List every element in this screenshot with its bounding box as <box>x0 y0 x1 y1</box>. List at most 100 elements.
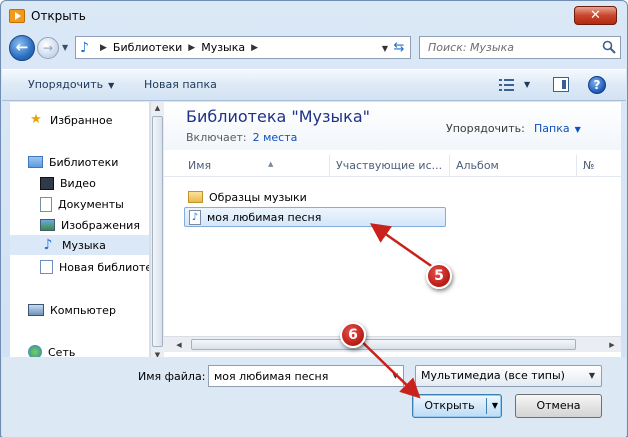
filename-label: Имя файла: <box>138 370 206 383</box>
column-artists[interactable]: Участвующие ис... <box>330 155 450 177</box>
organize-menu[interactable]: Упорядочить ▼ <box>28 78 114 91</box>
new-library-icon <box>40 260 53 274</box>
open-dropdown-icon[interactable]: ▼ <box>489 395 501 417</box>
title-bar: Открыть ✕ <box>1 1 627 31</box>
documents-icon <box>40 196 52 212</box>
nav-item-new-library[interactable]: Новая библиотека <box>40 257 149 277</box>
filename-combobox[interactable]: ▼ <box>208 365 404 387</box>
scroll-up-icon[interactable]: ▲ <box>151 102 164 115</box>
split-divider <box>486 398 487 414</box>
search-box[interactable] <box>419 36 621 59</box>
arrange-by-label: Упорядочить: <box>446 122 525 135</box>
nav-label: Видео <box>60 176 96 190</box>
forward-button[interactable]: → <box>37 37 59 59</box>
history-dropdown-icon[interactable]: ▼ <box>62 43 71 53</box>
file-name: Образцы музыки <box>209 190 307 204</box>
column-header: ▲ Имя Участвующие ис... Альбом № <box>164 155 621 177</box>
list-item-folder[interactable]: Образцы музыки <box>184 187 454 207</box>
cancel-button[interactable]: Отмена <box>515 394 602 418</box>
music-note-icon: ♪ <box>80 39 89 56</box>
address-row: ← → ▼ ♪ ▶ Библиотеки ▶ Музыка ▶ ▼ ⇆ <box>7 33 623 63</box>
nav-item-music[interactable]: ♪ Музыка <box>10 235 149 255</box>
close-button[interactable]: ✕ <box>574 6 617 25</box>
filetype-select[interactable]: Мультимедиа (все типы) ▼ <box>415 365 602 387</box>
column-album[interactable]: Альбом <box>450 155 577 177</box>
app-play-icon <box>9 9 25 23</box>
library-title: Библиотека "Музыка" <box>186 107 370 126</box>
chevron-down-icon: ▼ <box>108 81 115 90</box>
address-dropdown-icon[interactable]: ▼ <box>382 44 388 53</box>
dialog-footer: Имя файла: ▼ Мультимедиа (все типы) ▼ От… <box>2 357 626 437</box>
nav-label: Документы <box>58 197 124 211</box>
scrollbar-thumb[interactable] <box>191 339 576 350</box>
nav-item-favorites[interactable]: ★ Избранное <box>28 110 149 130</box>
nav-label: Компьютер <box>50 303 116 317</box>
breadcrumb-separator-icon[interactable]: ▶ <box>251 43 258 53</box>
search-input[interactable] <box>420 37 596 58</box>
organize-label: Упорядочить <box>28 78 104 91</box>
new-folder-button[interactable]: Новая папка <box>144 78 217 91</box>
help-icon[interactable]: ? <box>588 76 606 94</box>
music-note-icon: ♪ <box>43 237 53 253</box>
breadcrumb-separator-icon[interactable]: ▶ <box>188 43 195 53</box>
star-icon: ★ <box>30 112 42 127</box>
chevron-down-icon: ▼ <box>574 125 581 134</box>
file-name: моя любимая песня <box>207 210 322 224</box>
callout-badge-5: 5 <box>426 263 452 289</box>
address-bar[interactable]: ♪ ▶ Библиотеки ▶ Музыка ▶ ▼ ⇆ <box>75 36 411 59</box>
horizontal-scrollbar[interactable]: ◀ ▶ <box>164 336 621 352</box>
library-header: Библиотека "Музыка" Включает: 2 места Упо… <box>164 102 621 150</box>
open-button[interactable]: Открыть ▼ <box>412 394 502 418</box>
libraries-folder-icon <box>28 156 43 168</box>
nav-label: Музыка <box>62 238 106 252</box>
filename-input[interactable] <box>209 366 385 386</box>
includes-label: Включает: <box>186 131 247 144</box>
command-toolbar: Упорядочить ▼ Новая папка ▼ ? <box>2 69 626 101</box>
arrange-by-value: Папка <box>534 122 570 135</box>
filetype-dropdown-icon: ▼ <box>588 371 595 380</box>
computer-icon <box>28 304 44 316</box>
nav-label: Библиотеки <box>49 155 119 169</box>
file-list-pane: Библиотека "Музыка" Включает: 2 места Упо… <box>164 102 621 357</box>
back-button[interactable]: ← <box>9 35 35 61</box>
includes-locations-link[interactable]: 2 места <box>253 131 298 144</box>
audio-file-icon: ♪ <box>189 209 201 225</box>
nav-label: Новая библиотека <box>59 260 149 274</box>
nav-item-video[interactable]: Видео <box>40 173 149 193</box>
scrollbar-thumb[interactable] <box>152 116 163 347</box>
breadcrumb-music[interactable]: Музыка <box>201 41 245 54</box>
list-item-song[interactable]: ♪ моя любимая песня <box>184 207 446 227</box>
arrange-by-dropdown[interactable]: Папка ▼ <box>534 122 581 135</box>
breadcrumb-libraries[interactable]: Библиотеки <box>113 41 182 54</box>
nav-item-images[interactable]: Изображения <box>40 215 149 235</box>
view-list-icon[interactable] <box>499 78 515 92</box>
scroll-right-icon[interactable]: ▶ <box>605 338 619 352</box>
nav-item-documents[interactable]: Документы <box>40 194 149 214</box>
nav-label: Изображения <box>61 218 140 232</box>
scroll-left-icon[interactable]: ◀ <box>172 338 186 352</box>
search-icon[interactable] <box>602 40 616 54</box>
view-dropdown-icon[interactable]: ▼ <box>524 80 530 89</box>
nav-item-libraries[interactable]: Библиотеки <box>28 152 149 172</box>
video-icon <box>40 176 54 190</box>
filetype-value: Мультимедиа (все типы) <box>421 369 565 382</box>
sort-ascending-icon: ▲ <box>268 160 274 168</box>
nav-vertical-scrollbar[interactable]: ▲ ▼ <box>150 102 164 362</box>
nav-item-computer[interactable]: Компьютер <box>28 300 149 320</box>
filename-dropdown-icon[interactable]: ▼ <box>393 372 398 380</box>
column-label: Имя <box>188 159 212 172</box>
callout-badge-6: 6 <box>340 322 366 348</box>
preview-pane-icon[interactable] <box>553 77 569 92</box>
window-title: Открыть <box>31 9 86 23</box>
column-name[interactable]: ▲ Имя <box>182 155 330 177</box>
library-includes: Включает: 2 места <box>186 131 297 144</box>
column-number[interactable]: № <box>577 155 621 177</box>
nav-label: Избранное <box>50 113 113 127</box>
breadcrumb-separator-icon[interactable]: ▶ <box>100 43 107 53</box>
refresh-icon[interactable]: ⇆ <box>390 39 408 57</box>
open-label: Открыть <box>424 399 475 412</box>
open-dialog-window: Открыть ✕ ← → ▼ ♪ ▶ Библиотеки ▶ Музыка … <box>0 0 628 437</box>
folder-icon <box>188 191 203 203</box>
navigation-pane: ★ Избранное Библиотеки Видео Документы И… <box>10 102 150 362</box>
images-icon <box>40 219 55 231</box>
